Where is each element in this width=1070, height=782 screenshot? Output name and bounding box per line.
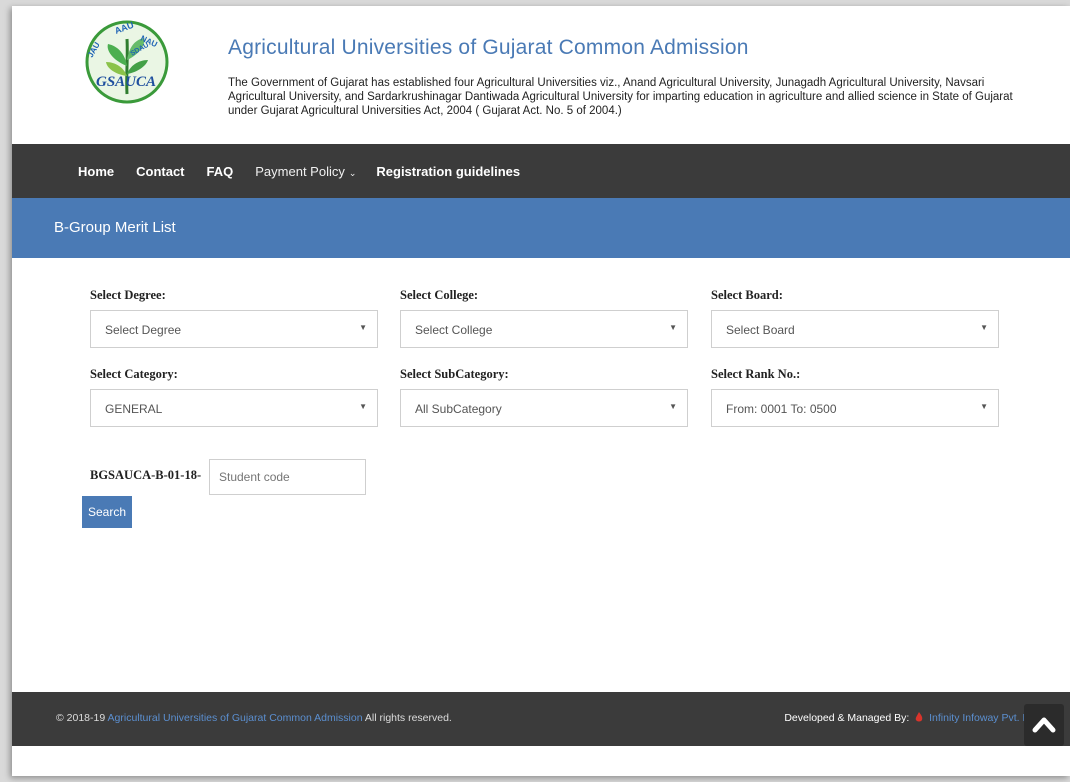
rank-select[interactable]: From: 0001 To: 0500 ▼ <box>711 389 999 427</box>
page-title-bar: B-Group Merit List <box>12 198 1070 258</box>
footer-developer: Developed & Managed By: Infinity Infoway… <box>784 712 1040 724</box>
dropdown-arrow-icon: ▼ <box>669 323 677 332</box>
chevron-down-icon: ⌄ <box>348 167 357 178</box>
degree-label: Select Degree: <box>90 288 166 302</box>
rank-select-value: From: 0001 To: 0500 <box>726 402 837 416</box>
nav-payment-policy-label: Payment Policy <box>255 163 345 179</box>
site-footer: © 2018-19 Agricultural Universities of G… <box>12 692 1070 746</box>
subcategory-select-value: All SubCategory <box>415 402 502 416</box>
board-label: Select Board: <box>711 288 783 302</box>
page-bottom <box>12 746 1070 776</box>
page-title: B-Group Merit List <box>54 219 176 236</box>
nav-payment-policy[interactable]: Payment Policy ⌄ <box>255 164 356 179</box>
subcategory-label: Select SubCategory: <box>400 367 509 381</box>
copyright-prefix: © 2018-19 <box>56 712 106 724</box>
category-select-value: GENERAL <box>105 402 163 416</box>
college-label: Select College: <box>400 288 479 302</box>
dropdown-arrow-icon: ▼ <box>359 402 367 411</box>
footer-site-link[interactable]: Agricultural Universities of Gujarat Com… <box>108 712 363 724</box>
board-select[interactable]: Select Board ▼ <box>711 310 999 348</box>
nav-registration-guidelines[interactable]: Registration guidelines <box>376 164 520 179</box>
site-title: Agricultural Universities of Gujarat Com… <box>228 36 749 59</box>
degree-select[interactable]: Select Degree ▼ <box>90 310 378 348</box>
board-select-value: Select Board <box>726 323 795 337</box>
dropdown-arrow-icon: ▼ <box>980 402 988 411</box>
rights-text: All rights reserved. <box>364 712 452 724</box>
infinity-logo-icon <box>915 712 923 722</box>
student-code-input[interactable] <box>209 459 366 495</box>
dropdown-arrow-icon: ▼ <box>669 402 677 411</box>
category-select[interactable]: GENERAL ▼ <box>90 389 378 427</box>
dropdown-arrow-icon: ▼ <box>359 323 367 332</box>
subcategory-select[interactable]: All SubCategory ▼ <box>400 389 688 427</box>
search-button[interactable]: Search <box>82 496 132 528</box>
nav-home[interactable]: Home <box>78 164 114 179</box>
scroll-to-top-button[interactable] <box>1024 704 1064 746</box>
rank-label: Select Rank No.: <box>711 367 801 381</box>
browser-frame: AAU NAU JAU SDAU GSAUCA Agricultural Uni… <box>0 0 1070 782</box>
site-header: AAU NAU JAU SDAU GSAUCA Agricultural Uni… <box>12 6 1070 144</box>
nav-contact[interactable]: Contact <box>136 164 184 179</box>
nav-list: Home Contact FAQ Payment Policy ⌄ Registr… <box>78 144 542 198</box>
developed-by-label: Developed & Managed By: <box>784 712 910 724</box>
svg-text:GSAUCA: GSAUCA <box>96 74 156 90</box>
student-code-prefix: BGSAUCA-B-01-18- <box>90 468 202 482</box>
college-select[interactable]: Select College ▼ <box>400 310 688 348</box>
gsauca-logo[interactable]: AAU NAU JAU SDAU GSAUCA <box>82 14 172 110</box>
college-select-value: Select College <box>415 323 493 337</box>
chevron-up-icon <box>1032 717 1056 733</box>
nav-faq[interactable]: FAQ <box>207 164 234 179</box>
degree-select-value: Select Degree <box>105 323 182 337</box>
site-description: The Government of Gujarat has establishe… <box>228 77 1013 117</box>
category-label: Select Category: <box>90 367 178 381</box>
dropdown-arrow-icon: ▼ <box>980 323 988 332</box>
page: AAU NAU JAU SDAU GSAUCA Agricultural Uni… <box>12 6 1070 776</box>
footer-copyright: © 2018-19 Agricultural Universities of G… <box>56 712 452 724</box>
main-navbar: Home Contact FAQ Payment Policy ⌄ Registr… <box>12 144 1070 198</box>
